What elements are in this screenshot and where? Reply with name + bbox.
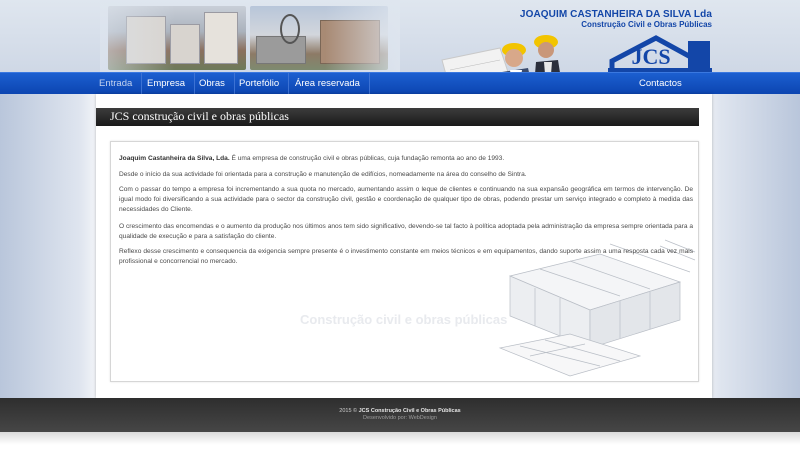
site-header: JOAQUIM CASTANHEIRA DA SILVA Lda Constru… (0, 0, 800, 72)
footer-year: 2015 © (339, 408, 358, 414)
intro-paragraph: Joaquim Castanheira da Silva, Lda. É uma… (119, 154, 693, 164)
main-nav: Entrada Empresa Obras Portefólio Área re… (0, 72, 800, 95)
company-tagline: Construção Civil e Obras Públicas (581, 20, 712, 29)
bottom-strip (0, 432, 800, 450)
nav-item-contactos[interactable]: Contactos (629, 73, 692, 95)
intro-company-name: Joaquim Castanheira da Silva, Lda. (119, 155, 230, 162)
nav-item-empresa[interactable]: Empresa (138, 73, 196, 95)
nav-item-area-reservada[interactable]: Área reservada (286, 73, 370, 95)
nav-item-portefolio[interactable]: Portefólio (230, 73, 290, 95)
paragraph-investment: Reflexo desse crescimento e consequencia… (119, 248, 693, 265)
intro-text: É uma empresa de construção civil e obra… (229, 155, 505, 162)
footer-company-link[interactable]: JCS Construção Civil e Obras Públicas (359, 408, 461, 414)
header-fade (100, 0, 400, 72)
paragraph-growth: Com o passar do tempo a empresa foi incr… (119, 186, 693, 213)
footer-developer-credit[interactable]: Desenvolvido por: WebDesign (0, 415, 800, 421)
logo-text: JCS (631, 44, 671, 69)
footer-copyright: 2015 © JCS Construção Civil e Obras Públ… (0, 408, 800, 414)
section-title-bar: JCS construção civil e obras públicas (96, 108, 699, 126)
engineers-illustration (441, 35, 560, 72)
watermark-text: Construção civil e obras públicas (300, 312, 508, 327)
nav-item-obras[interactable]: Obras (190, 73, 235, 95)
site-footer: 2015 © JCS Construção Civil e Obras Públ… (0, 398, 800, 432)
paragraph-orders: O crescimento das encomendas e o aumento… (119, 223, 693, 240)
page-title: JCS construção civil e obras públicas (110, 109, 289, 123)
nav-item-entrada[interactable]: Entrada (90, 73, 143, 95)
company-name: JOAQUIM CASTANHEIRA DA SILVA Lda (519, 9, 712, 20)
paragraph-history: Desde o início da sua actividade foi ori… (119, 171, 527, 178)
